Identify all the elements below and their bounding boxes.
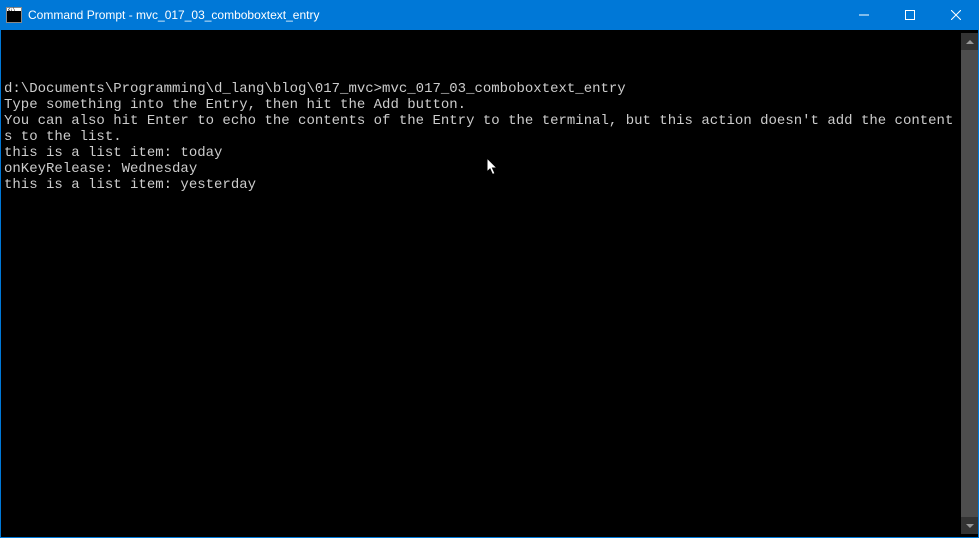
window-title: Command Prompt - mvc_017_03_comboboxtext… bbox=[28, 8, 841, 22]
vertical-scrollbar[interactable] bbox=[961, 33, 978, 534]
titlebar[interactable]: Command Prompt - mvc_017_03_comboboxtext… bbox=[0, 0, 979, 30]
terminal-line: this is a list item: today bbox=[4, 145, 961, 161]
terminal-line: You can also hit Enter to echo the conte… bbox=[4, 113, 961, 145]
minimize-button[interactable] bbox=[841, 0, 887, 30]
command-prompt-window: Command Prompt - mvc_017_03_comboboxtext… bbox=[0, 0, 979, 538]
titlebar-controls bbox=[841, 0, 979, 30]
scroll-down-button[interactable] bbox=[961, 517, 978, 534]
terminal-line: Type something into the Entry, then hit … bbox=[4, 97, 961, 113]
terminal-area[interactable]: d:\Documents\Programming\d_lang\blog\017… bbox=[1, 30, 978, 537]
chevron-up-icon bbox=[966, 40, 974, 44]
command-prompt-icon bbox=[6, 7, 22, 23]
scroll-up-button[interactable] bbox=[961, 33, 978, 50]
content-wrapper: d:\Documents\Programming\d_lang\blog\017… bbox=[0, 30, 979, 538]
terminal-line: onKeyRelease: Wednesday bbox=[4, 161, 961, 177]
close-icon bbox=[951, 10, 961, 20]
scrollbar-thumb[interactable] bbox=[961, 50, 978, 517]
minimize-icon bbox=[859, 10, 869, 20]
chevron-down-icon bbox=[966, 524, 974, 528]
terminal-output: d:\Documents\Programming\d_lang\blog\017… bbox=[4, 33, 961, 534]
terminal-line: this is a list item: yesterday bbox=[4, 177, 961, 193]
scrollbar-track[interactable] bbox=[961, 50, 978, 517]
maximize-button[interactable] bbox=[887, 0, 933, 30]
close-button[interactable] bbox=[933, 0, 979, 30]
terminal-line: d:\Documents\Programming\d_lang\blog\017… bbox=[4, 81, 961, 97]
maximize-icon bbox=[905, 10, 915, 20]
terminal-line bbox=[4, 65, 961, 81]
